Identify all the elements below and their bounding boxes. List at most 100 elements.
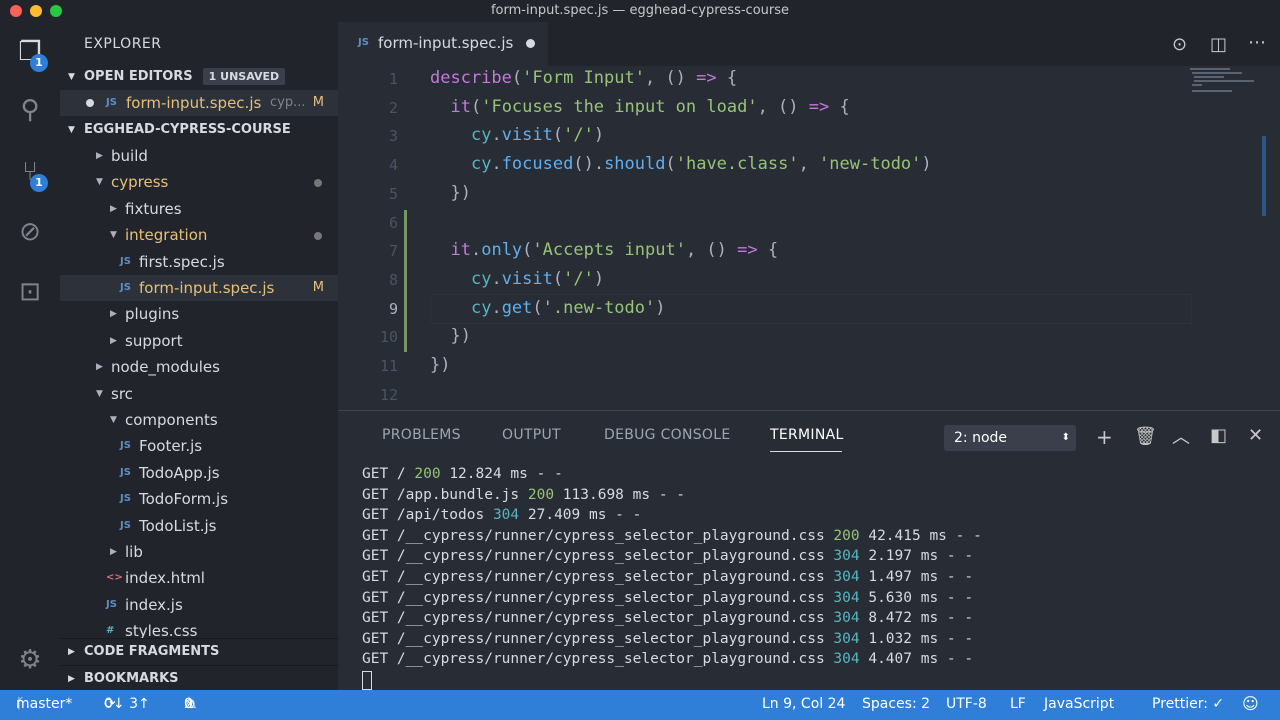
tab-form-input-spec[interactable]: JS form-input.spec.js <box>338 22 548 66</box>
bookmarks-header[interactable]: ▶ BOOKMARKS <box>60 665 338 690</box>
chevron-down-icon: ▼ <box>110 415 117 425</box>
line-number: 4 <box>388 156 398 175</box>
chevron-right-icon: ▶ <box>110 335 117 346</box>
minimize-window-button[interactable] <box>30 5 42 17</box>
tree-item[interactable]: JS index.js <box>60 592 338 618</box>
terminal-line: GET /__cypress/runner/cypress_selector_p… <box>362 651 974 668</box>
terminal-line: GET /__cypress/runner/cypress_selector_p… <box>362 630 974 647</box>
editor-tab-bar: JS form-input.spec.js ⊙ ◫ ⋯ <box>338 22 1280 66</box>
open-preview-icon[interactable]: ⊙ <box>1172 34 1187 55</box>
chevron-right-icon: ▶ <box>110 547 117 557</box>
select-arrows-icon: ⬍ <box>1061 432 1070 443</box>
tree-item[interactable]: ▶ build <box>60 143 338 169</box>
code-fragments-header[interactable]: ▶ CODE FRAGMENTS <box>60 638 338 665</box>
js-file-icon: JS <box>120 440 131 452</box>
tab-problems[interactable]: PROBLEMS <box>382 427 461 443</box>
tab-terminal[interactable]: TERMINAL <box>770 427 844 443</box>
terminal-line: GET /__cypress/runner/cypress_selector_p… <box>362 569 974 585</box>
terminal-select[interactable]: 2: node ⬍ <box>944 425 1076 451</box>
line-ending[interactable]: LF <box>1010 690 1026 718</box>
code-line: describe('Form Input', () => { <box>430 68 738 88</box>
minimap[interactable] <box>1188 66 1268 106</box>
tree-item-label: src <box>111 384 133 403</box>
more-actions-icon[interactable]: ⋯ <box>1248 32 1266 53</box>
tree-item[interactable]: <> index.html <box>60 565 338 591</box>
terminal-line: GET /app.bundle.js 200 113.698 ms - - <box>362 486 686 503</box>
encoding[interactable]: UTF-8 <box>946 690 987 718</box>
tree-item[interactable]: ▶ plugins <box>60 301 338 327</box>
tree-item[interactable]: ▼ integration <box>60 222 338 248</box>
tree-item[interactable]: JS Footer.js <box>60 433 338 459</box>
tree-item[interactable]: ▶ node_modules <box>60 354 338 380</box>
js-file-icon: JS <box>106 598 117 610</box>
debug-icon[interactable]: ⊘ <box>14 216 46 248</box>
terminal-line: GET /api/todos 304 27.409 ms - - <box>362 507 642 524</box>
tree-item[interactable]: JS first.spec.js <box>60 249 338 275</box>
tree-item[interactable]: JS TodoList.js <box>60 513 338 539</box>
prettier-status[interactable]: Prettier: ✓ <box>1152 690 1224 718</box>
tree-item-label: integration <box>125 226 208 245</box>
chevron-down-icon: ▼ <box>96 388 103 399</box>
chevron-down-icon: ▼ <box>110 230 117 241</box>
tree-item[interactable]: ▼ cypress <box>60 169 338 195</box>
tree-item-label: components <box>125 411 218 429</box>
search-icon[interactable]: ⚲ <box>14 94 46 126</box>
tree-item-label: fixtures <box>125 199 182 218</box>
git-change-gutter <box>404 210 407 352</box>
trash-icon[interactable]: 🗑 <box>1134 426 1157 447</box>
line-number: 6 <box>388 213 398 232</box>
code-line: cy.visit('/') <box>470 268 605 289</box>
tree-item[interactable]: JS TodoApp.js <box>60 460 338 486</box>
chevron-up-icon[interactable]: ︿ <box>1172 423 1190 449</box>
modified-badge: M <box>312 280 324 295</box>
terminal-line: GET /__cypress/runner/cypress_selector_p… <box>362 610 974 627</box>
js-file-icon: JS <box>120 255 131 267</box>
language-mode[interactable]: JavaScript <box>1044 690 1114 718</box>
code-editor[interactable]: 1 describe('Form Input', () => {2 it('Foc… <box>338 66 1280 410</box>
code-line: cy.visit('/') <box>470 125 605 146</box>
gear-icon[interactable]: ⚙ <box>14 644 46 676</box>
tree-item[interactable]: ▶ support <box>60 328 338 354</box>
indentation[interactable]: Spaces: 2 <box>862 690 930 718</box>
close-window-button[interactable] <box>10 5 22 17</box>
line-number: 12 <box>379 385 398 404</box>
tree-item[interactable]: ▼ src <box>60 381 338 407</box>
terminal-line: GET /__cypress/runner/cypress_selector_p… <box>362 589 974 606</box>
tree-item-label: support <box>125 331 183 350</box>
tree-item-label: TodoApp.js <box>139 463 220 482</box>
code-line: }) <box>430 355 451 375</box>
tree-item[interactable]: JS form-input.spec.js M <box>60 275 338 301</box>
tree-item[interactable]: ▶ lib <box>60 539 338 565</box>
tree-item[interactable]: ▼ components <box>60 407 338 433</box>
feedback-smiley-icon[interactable]: ☺ <box>1242 690 1259 718</box>
tab-debug-console[interactable]: DEBUG CONSOLE <box>604 427 731 443</box>
js-file-icon: JS <box>120 519 131 531</box>
js-file-icon: JS <box>120 493 131 505</box>
tree-item[interactable]: JS TodoForm.js <box>60 486 338 512</box>
tree-item-label: node_modules <box>111 358 220 377</box>
extensions-icon[interactable]: ⊡ <box>14 276 46 308</box>
tree-item-label: build <box>111 147 148 165</box>
tree-item-label: index.html <box>125 569 205 588</box>
modified-dot-icon <box>314 232 322 241</box>
tree-item-label: Footer.js <box>139 437 203 456</box>
scrollbar[interactable] <box>1262 136 1266 216</box>
code-line: it('Focuses the input on load', () => { <box>450 96 850 117</box>
close-icon[interactable]: ✕ <box>1248 425 1263 446</box>
cursor-position[interactable]: Ln 9, Col 24 <box>762 690 845 718</box>
split-editor-icon[interactable]: ◫ <box>1210 34 1227 55</box>
activity-bar: ❐ 1 ⚲ ⑂ 1 ⊘ ⊡ ⚙ <box>0 22 60 690</box>
open-editors-header[interactable]: ▼ OPEN EDITORS 1 UNSAVED <box>60 64 338 90</box>
tab-label: form-input.spec.js <box>378 34 514 52</box>
split-panel-icon[interactable]: ◧ <box>1210 425 1227 446</box>
project-header[interactable]: ▼ EGGHEAD-CYPRESS-COURSE <box>60 117 338 143</box>
tree-item-label: cypress <box>111 173 169 192</box>
maximize-window-button[interactable] <box>50 5 62 17</box>
tab-output[interactable]: OUTPUT <box>502 427 561 443</box>
open-editor-item[interactable]: JS form-input.spec.js cyp... M <box>60 90 338 116</box>
unsaved-dot-icon[interactable] <box>526 39 535 48</box>
line-number: 2 <box>388 98 398 117</box>
tree-item[interactable]: ▶ fixtures <box>60 196 338 222</box>
new-terminal-icon[interactable]: + <box>1096 425 1113 449</box>
chevron-right-icon: ▶ <box>110 203 117 214</box>
